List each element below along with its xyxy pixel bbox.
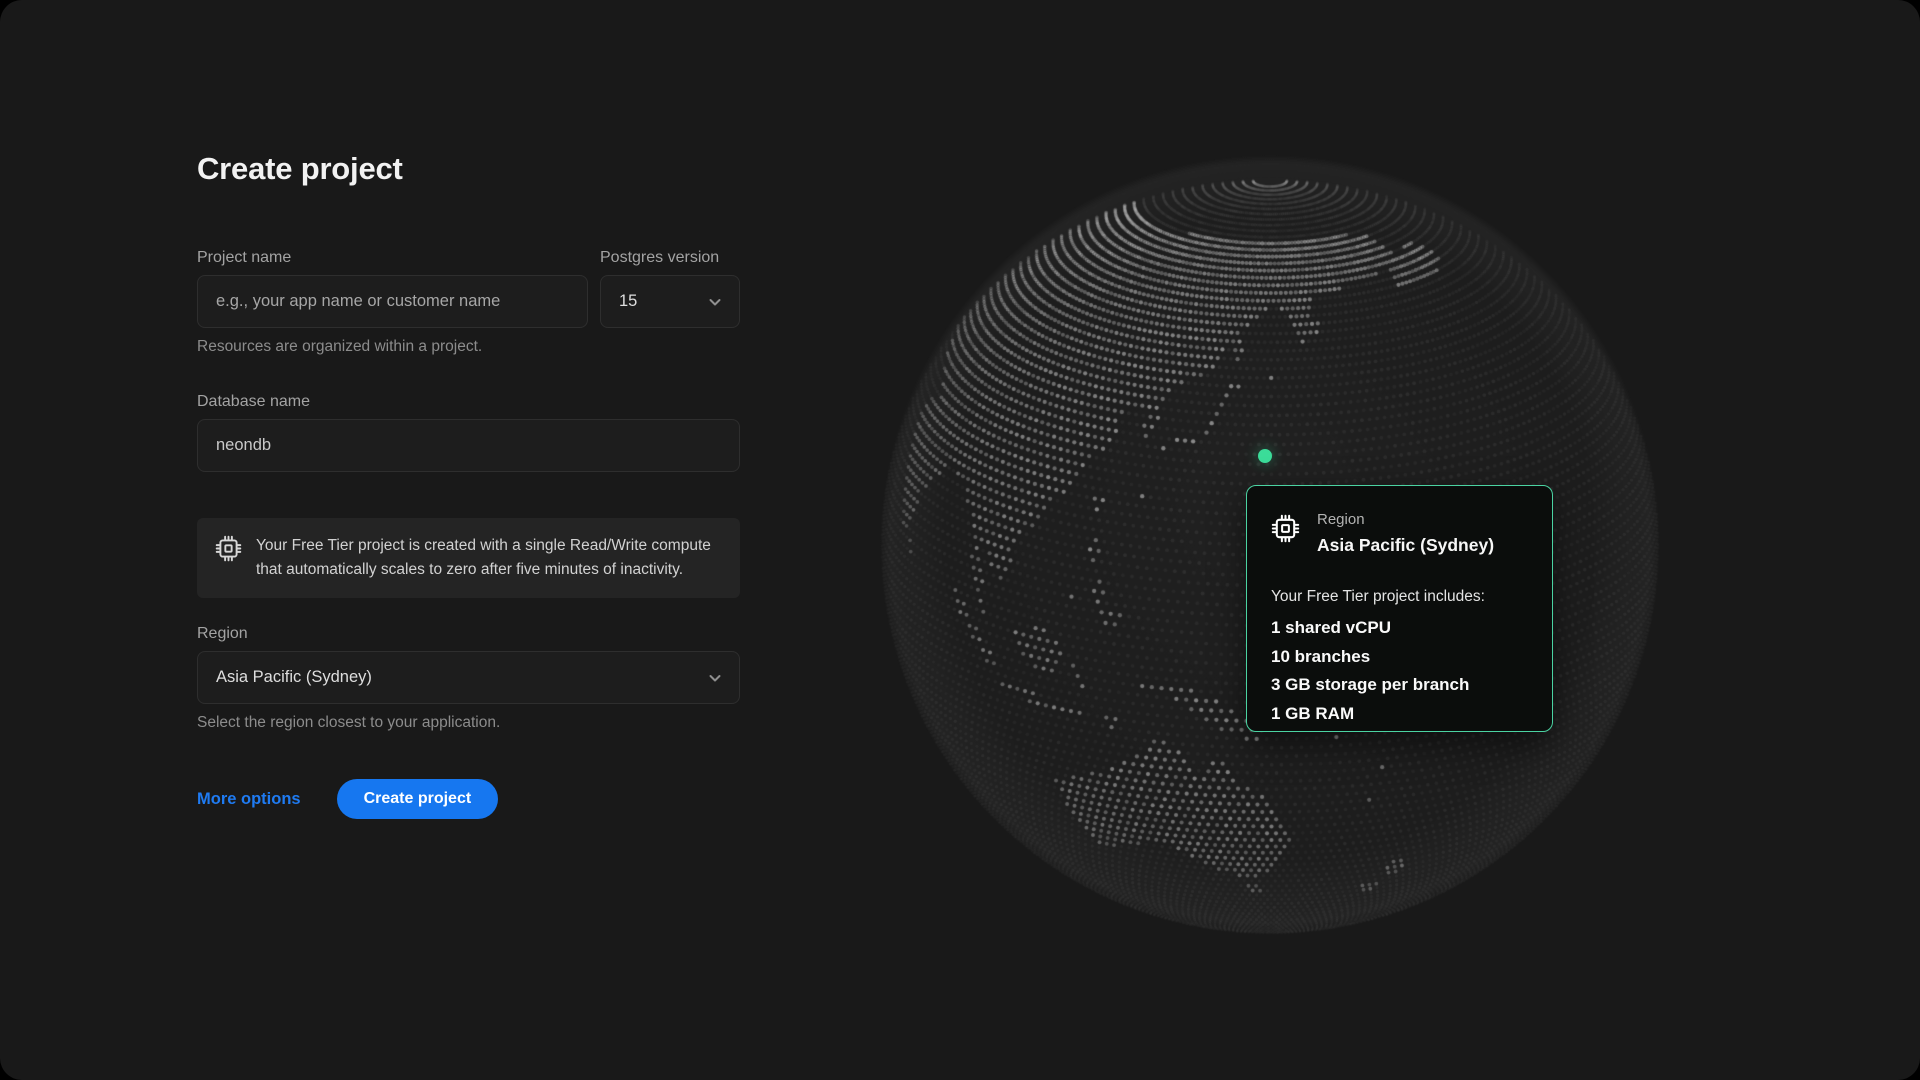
tooltip-region-label: Region — [1317, 511, 1494, 529]
project-name-label: Project name — [197, 248, 588, 267]
project-name-hint: Resources are organized within a project… — [197, 337, 588, 356]
region-marker-dot — [1258, 449, 1272, 463]
more-options-link[interactable]: More options — [197, 790, 301, 809]
free-tier-note: Your Free Tier project is created with a… — [197, 518, 740, 598]
create-project-button[interactable]: Create project — [337, 779, 499, 819]
region-hint: Select the region closest to your applic… — [197, 713, 740, 732]
page: { "form": { "title": "Create project", "… — [0, 0, 1920, 1080]
list-item: 3 GB storage per branch — [1271, 671, 1528, 700]
postgres-version-value: 15 — [619, 292, 637, 311]
cpu-chip-icon — [1271, 514, 1300, 543]
chevron-down-icon — [707, 294, 723, 310]
project-name-input[interactable] — [197, 275, 588, 328]
create-project-form: Create project Project name Resources ar… — [197, 150, 740, 819]
region-value: Asia Pacific (Sydney) — [216, 668, 372, 687]
list-item: 10 branches — [1271, 643, 1528, 672]
tooltip-includes-list: 1 shared vCPU 10 branches 3 GB storage p… — [1271, 614, 1528, 728]
tooltip-includes-title: Your Free Tier project includes: — [1271, 587, 1528, 607]
region-label: Region — [197, 624, 740, 643]
page-title: Create project — [197, 150, 740, 188]
list-item: 1 shared vCPU — [1271, 614, 1528, 643]
free-tier-note-text: Your Free Tier project is created with a… — [256, 534, 722, 582]
postgres-version-select[interactable]: 15 — [600, 275, 740, 328]
region-tooltip: Region Asia Pacific (Sydney) Your Free T… — [1246, 485, 1553, 732]
database-name-input[interactable] — [197, 419, 740, 472]
tooltip-region-name: Asia Pacific (Sydney) — [1317, 534, 1494, 556]
region-select[interactable]: Asia Pacific (Sydney) — [197, 651, 740, 704]
database-name-label: Database name — [197, 392, 740, 411]
app-frame: Create project Project name Resources ar… — [0, 0, 1920, 1080]
list-item: 1 GB RAM — [1271, 700, 1528, 729]
cpu-chip-icon — [215, 535, 242, 562]
postgres-version-label: Postgres version — [600, 248, 740, 267]
chevron-down-icon — [707, 670, 723, 686]
